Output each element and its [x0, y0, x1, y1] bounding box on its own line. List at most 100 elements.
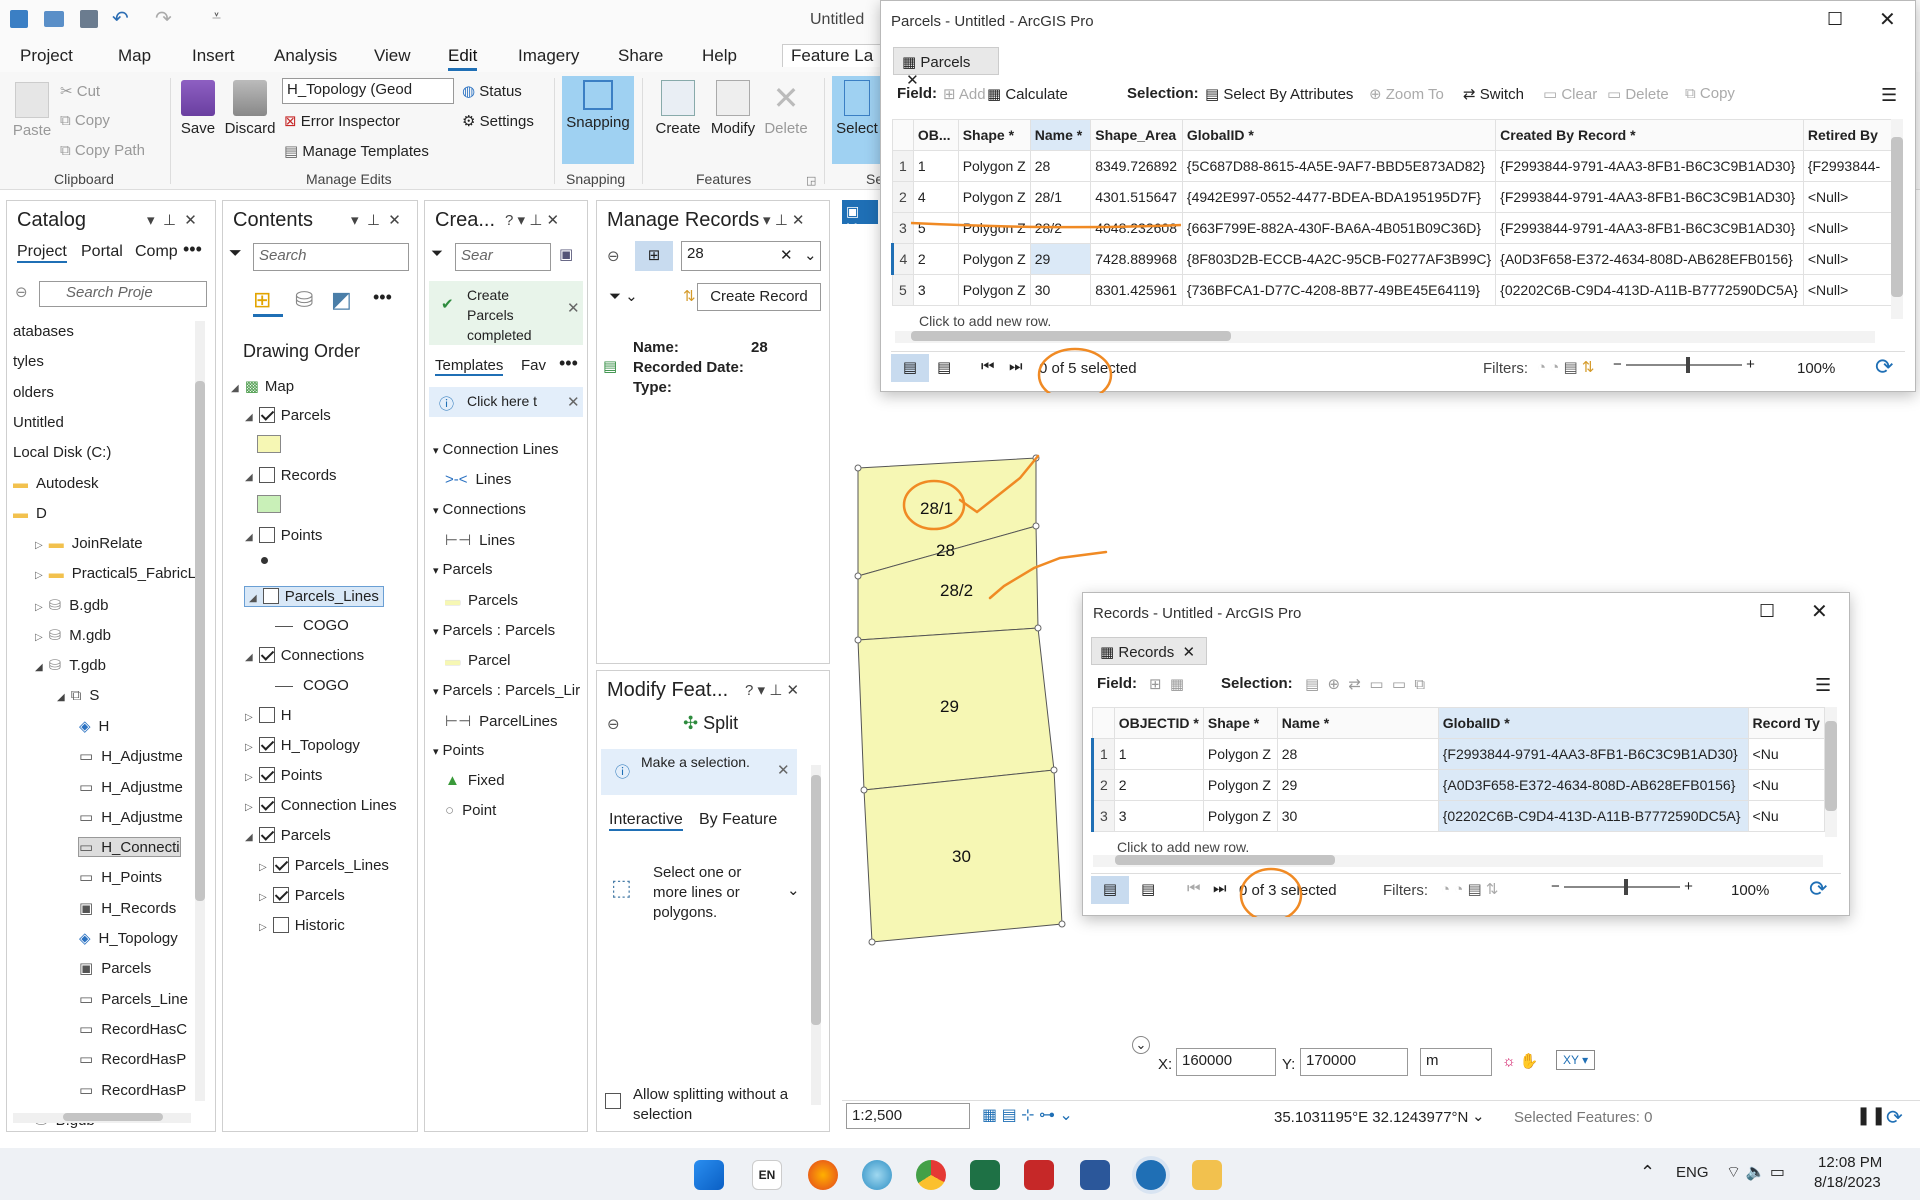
- contents-search-input[interactable]: Search: [253, 243, 409, 271]
- visibility-checkbox[interactable]: [258, 797, 275, 813]
- create-pane-buttons[interactable]: ? ▾ ⊥ ✕: [505, 211, 559, 229]
- new-project-icon[interactable]: [10, 10, 28, 28]
- discard-button[interactable]: Discard: [224, 80, 276, 137]
- expand-icon[interactable]: ▷: [245, 712, 253, 723]
- visibility-checkbox[interactable]: [272, 857, 289, 873]
- catalog-item[interactable]: ▣ Parcels: [79, 959, 151, 977]
- template-group[interactable]: ▾ Parcels : Parcels_Lir: [433, 682, 583, 699]
- template-item[interactable]: ▬ Parcels: [445, 592, 595, 609]
- catalog-item[interactable]: ▭ RecordHasP: [79, 1081, 186, 1099]
- create-filter-icon[interactable]: ⏷: [431, 245, 443, 262]
- chrome-icon[interactable]: [916, 1160, 946, 1190]
- expand-icon[interactable]: ▷: [245, 802, 253, 813]
- tab-analysis[interactable]: Analysis: [274, 46, 337, 66]
- layer-item[interactable]: ◢ Parcels_Lines: [244, 586, 384, 607]
- word-icon[interactable]: [1080, 1160, 1110, 1190]
- sort-icon[interactable]: ⇅: [683, 287, 696, 305]
- visibility-checkbox[interactable]: [258, 527, 275, 543]
- tray-date[interactable]: 8/18/2023: [1814, 1174, 1881, 1191]
- expand-icon[interactable]: ▷: [259, 892, 267, 903]
- catalog-item[interactable]: ▣ H_Records: [79, 899, 176, 917]
- create-button[interactable]: Create: [652, 80, 704, 137]
- catalog-item[interactable]: ◢ ⛁ T.gdb: [35, 656, 106, 674]
- template-item[interactable]: ▲ Fixed: [445, 772, 595, 789]
- pause-icon[interactable]: ❚❚: [1856, 1105, 1886, 1126]
- tray-time[interactable]: 12:08 PM: [1818, 1154, 1882, 1171]
- template-group[interactable]: ▾ Connection Lines: [433, 441, 583, 458]
- collapse-icon[interactable]: ◢: [245, 652, 253, 663]
- manage-templates-button[interactable]: ▤ Manage Templates: [284, 142, 429, 160]
- catalog-item[interactable]: tyles: [13, 353, 44, 370]
- refresh-map-icon[interactable]: ⟳: [1886, 1105, 1903, 1130]
- back-icon[interactable]: ⊖: [15, 283, 28, 301]
- filter-icon[interactable]: ⏷: [229, 245, 242, 263]
- visibility-checkbox[interactable]: [258, 647, 275, 663]
- template-group[interactable]: ▾ Connections: [433, 501, 583, 518]
- expand-icon[interactable]: ▷: [35, 632, 43, 643]
- modify-back-icon[interactable]: ⊖: [607, 715, 620, 733]
- template-group[interactable]: ▾ Parcels : Parcels: [433, 622, 583, 639]
- coords-dropdown-icon[interactable]: ⌄: [1472, 1107, 1485, 1125]
- expand-icon[interactable]: ▷: [245, 772, 253, 783]
- settings-button[interactable]: ⚙ Settings: [462, 112, 534, 130]
- modify-pane-buttons[interactable]: ? ▾ ⊥ ✕: [745, 681, 799, 699]
- tab-view[interactable]: View: [374, 46, 411, 66]
- catalog-item[interactable]: ◈ H_Topology: [79, 929, 178, 947]
- toast-close-icon[interactable]: ✕: [567, 299, 580, 317]
- catalog-tab-project[interactable]: Project: [17, 243, 67, 263]
- modify-tab-interactive[interactable]: Interactive: [609, 811, 683, 831]
- catalog-hscrollbar[interactable]: [13, 1113, 191, 1123]
- catalog-item[interactable]: ▷ ⛁ M.gdb: [35, 626, 111, 644]
- visibility-checkbox[interactable]: [258, 767, 275, 783]
- visibility-checkbox[interactable]: [272, 887, 289, 903]
- layer-item[interactable]: ◢ Parcels: [245, 827, 331, 844]
- layer-item[interactable]: ▷ H: [245, 707, 292, 724]
- error-inspector-button[interactable]: ⊠ Error Inspector: [284, 112, 400, 130]
- catalog-item[interactable]: olders: [13, 384, 54, 401]
- expand-icon[interactable]: ▷: [259, 922, 267, 933]
- catalog-item[interactable]: ◈ H: [79, 717, 109, 735]
- layer-item[interactable]: ◢ Parcels: [245, 407, 331, 424]
- redo-icon[interactable]: ↷: [155, 6, 172, 31]
- layer-item[interactable]: ◢ Connections: [245, 647, 364, 664]
- catalog-scrollbar[interactable]: [195, 321, 205, 1101]
- manage-records-back-icon[interactable]: ⊖: [607, 247, 620, 265]
- modify-scrollbar[interactable]: [811, 765, 821, 1105]
- tab-insert[interactable]: Insert: [192, 46, 235, 66]
- excel-icon[interactable]: [970, 1160, 1000, 1190]
- list-by-selection-icon[interactable]: ◩: [331, 287, 352, 313]
- modify-button[interactable]: Modify: [706, 80, 760, 137]
- open-project-icon[interactable]: [44, 11, 64, 27]
- visibility-checkbox[interactable]: [262, 588, 279, 604]
- arcgis-pro-icon[interactable]: [1136, 1160, 1166, 1190]
- tab-edit[interactable]: Edit: [448, 46, 478, 71]
- status-button[interactable]: ◍ Status: [462, 82, 522, 100]
- acrobat-icon[interactable]: [1024, 1160, 1054, 1190]
- layer-item[interactable]: ▷ Connection Lines: [245, 797, 397, 814]
- expand-icon[interactable]: ▷: [35, 602, 43, 613]
- allow-split-checkbox[interactable]: [605, 1093, 621, 1110]
- contents-more-icon[interactable]: •••: [373, 287, 392, 308]
- firefox-icon[interactable]: [808, 1160, 838, 1190]
- layer-item[interactable]: ◢ Records: [245, 467, 337, 484]
- tray-chevron-icon[interactable]: ⌃: [1640, 1162, 1655, 1183]
- contents-pane-buttons[interactable]: ▾ ⊥ ✕: [351, 211, 401, 229]
- catalog-menu-icon[interactable]: •••: [183, 239, 202, 260]
- wifi-volume-battery-icons[interactable]: ⌔ 🔈 ▭: [1726, 1162, 1785, 1182]
- catalog-item[interactable]: ▬ D: [13, 505, 47, 522]
- expand-icon[interactable]: ▷: [35, 540, 43, 551]
- grid-view-icon[interactable]: ⊞: [635, 241, 673, 271]
- customize-icon[interactable]: ⩡: [212, 8, 221, 26]
- features-launcher-icon[interactable]: ◲: [806, 174, 816, 187]
- visibility-checkbox[interactable]: [258, 407, 275, 423]
- template-item[interactable]: ⊢⊣ ParcelLines: [445, 712, 595, 730]
- create-tab-templates[interactable]: Templates: [435, 357, 504, 376]
- tab-imagery[interactable]: Imagery: [518, 46, 579, 66]
- records-filter-icon[interactable]: ⏷ ⌄: [609, 287, 638, 305]
- visibility-checkbox[interactable]: [272, 917, 289, 933]
- collapse-icon[interactable]: ◢: [249, 593, 257, 604]
- collapse-icon[interactable]: ▾: [433, 746, 439, 758]
- create-search-input[interactable]: Sear: [455, 243, 551, 271]
- template-item[interactable]: ○ Point: [445, 802, 595, 819]
- layer-item[interactable]: ▷ Parcels_Lines: [259, 857, 389, 874]
